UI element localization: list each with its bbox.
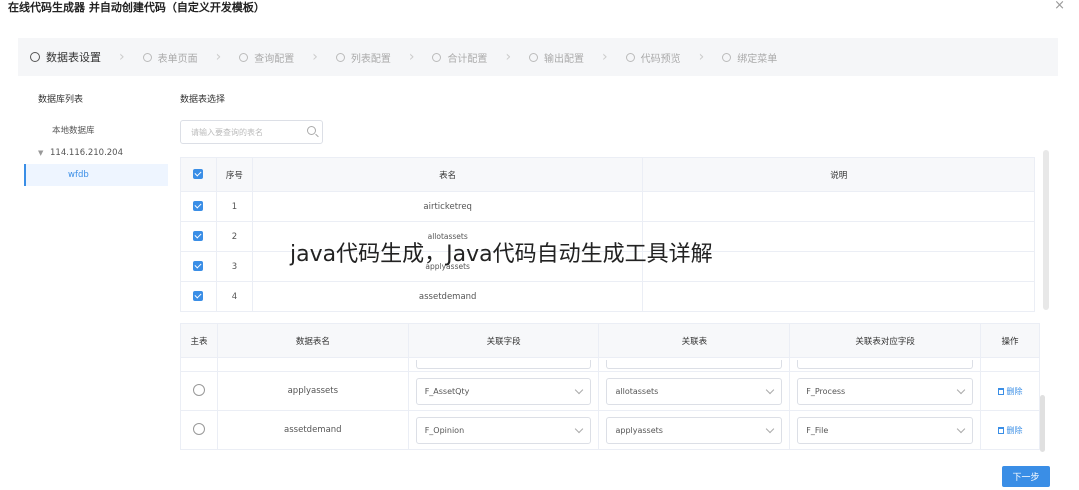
header-name: 表名 <box>251 157 644 192</box>
checkbox-cell <box>180 281 217 312</box>
header-checkbox-cell <box>180 157 217 192</box>
checkbox-cell <box>180 221 217 252</box>
chevron-down-icon <box>766 424 775 433</box>
field-select[interactable]: F_Opinion <box>415 416 592 444</box>
table-row[interactable]: 1 airticketreq <box>180 191 1035 222</box>
watermark-text: java代码生成，Java代码自动生成工具详解 <box>290 242 713 267</box>
table-row: assetdemand F_Opinion applyassets F_File… <box>180 410 1040 450</box>
db-list-title: 数据库列表 <box>38 95 84 105</box>
row-checkbox[interactable] <box>193 201 204 212</box>
main-table-radio[interactable] <box>192 422 205 435</box>
table-name-cell: applyassets <box>216 371 409 411</box>
dialog-title: 在线代码生成器 并自动创建代码（自定义开发模板） <box>8 1 265 14</box>
table-select-grid: 序号 表名 说明 1 airticketreq 2 allotassets 3 … <box>180 157 1035 312</box>
step-form-page[interactable]: 表单页面 <box>142 38 198 76</box>
chevron-right-icon: › <box>602 49 608 65</box>
desc-cell <box>642 281 1035 312</box>
step-circle-icon <box>432 52 442 62</box>
rel-field-select-stub[interactable] <box>797 360 974 369</box>
checkbox-cell <box>180 251 217 282</box>
close-icon[interactable]: × <box>1054 0 1065 13</box>
rel-field-select[interactable]: F_File <box>797 416 974 444</box>
tree-item-wfdb[interactable]: wfdb <box>24 164 168 186</box>
search-icon[interactable] <box>307 126 316 135</box>
search-input[interactable] <box>191 127 301 137</box>
relation-grid: 主表 数据表名 关联字段 关联表 关联表对应字段 操作 applyassets … <box>180 323 1040 450</box>
row-checkbox[interactable] <box>193 291 204 302</box>
row-checkbox[interactable] <box>193 261 204 272</box>
caret-down-icon[interactable]: ▼ <box>38 142 43 164</box>
header-rel-table: 关联表 <box>598 323 791 358</box>
chevron-right-icon: › <box>698 49 705 65</box>
rel-table-select-stub[interactable] <box>606 360 783 369</box>
table-scrollbar[interactable] <box>1043 150 1049 310</box>
step-circle-icon <box>625 52 635 62</box>
field-select[interactable]: F_AssetQty <box>415 377 592 405</box>
chevron-right-icon: › <box>119 49 125 65</box>
step-bind-menu[interactable]: 绑定菜单 <box>722 38 777 76</box>
index-cell: 1 <box>215 191 253 222</box>
table-row-partial <box>180 357 1040 372</box>
table-row[interactable]: 4 assetdemand <box>180 281 1035 312</box>
header-desc: 说明 <box>642 157 1035 192</box>
step-query-config[interactable]: 查询配置 <box>239 38 294 76</box>
header-main: 主表 <box>180 323 218 358</box>
step-circle-icon <box>142 52 152 62</box>
relation-scrollbar[interactable] <box>1040 395 1045 452</box>
field-select-stub[interactable] <box>415 360 592 369</box>
next-step-button[interactable]: 下一步 <box>1002 466 1050 487</box>
tree-item-server[interactable]: ▼ 114.116.210.204 <box>24 142 168 164</box>
checkbox-cell <box>180 191 217 222</box>
main-table-radio[interactable] <box>192 383 205 396</box>
row-checkbox[interactable] <box>193 231 204 242</box>
chevron-down-icon <box>956 385 966 394</box>
header-rel-field: 关联表对应字段 <box>789 323 982 358</box>
step-circle-icon <box>239 52 249 62</box>
delete-button[interactable]: 删除 <box>997 426 1023 435</box>
index-cell: 2 <box>215 221 253 252</box>
step-sum-config[interactable]: 合计配置 <box>432 38 487 76</box>
chevron-down-icon <box>575 424 584 433</box>
step-output-config[interactable]: 输出配置 <box>529 38 584 76</box>
header-action: 操作 <box>980 323 1040 358</box>
chevron-right-icon: › <box>505 49 512 65</box>
chevron-right-icon: › <box>312 49 318 65</box>
header-field: 关联字段 <box>407 323 600 358</box>
table-name-cell: assetdemand <box>216 410 409 450</box>
name-cell: assetdemand <box>251 281 644 312</box>
step-circle-icon <box>529 52 539 62</box>
trash-icon <box>997 426 1004 434</box>
step-circle-icon <box>335 52 345 62</box>
table-row: applyassets F_AssetQty allotassets F_Pro… <box>180 371 1040 411</box>
step-list-config[interactable]: 列表配置 <box>335 38 391 76</box>
rel-table-select[interactable]: allotassets <box>606 377 783 405</box>
trash-icon <box>997 387 1004 395</box>
db-tree: 本地数据库 ▼ 114.116.210.204 wfdb <box>24 120 168 186</box>
header-table: 数据表名 <box>216 323 409 358</box>
step-circle-icon <box>30 52 40 62</box>
index-cell: 4 <box>215 281 253 312</box>
step-circle-icon <box>722 52 732 62</box>
rel-field-select[interactable]: F_Process <box>797 377 974 405</box>
tree-item-local[interactable]: 本地数据库 <box>24 120 168 142</box>
step-table-settings[interactable]: 数据表设置 <box>30 38 101 76</box>
chevron-right-icon: › <box>215 49 222 65</box>
header-index: 序号 <box>215 157 253 192</box>
search-box <box>180 120 323 144</box>
steps-bar: 数据表设置 › 表单页面 › 查询配置 › 列表配置 › 合计配置 › 输出配置… <box>18 38 1058 76</box>
select-all-checkbox[interactable] <box>193 169 204 180</box>
step-code-preview[interactable]: 代码预览 <box>625 38 681 76</box>
desc-cell <box>642 191 1035 222</box>
index-cell: 3 <box>215 251 253 282</box>
chevron-down-icon <box>956 424 966 433</box>
chevron-right-icon: › <box>408 49 415 65</box>
delete-button[interactable]: 删除 <box>997 387 1023 396</box>
table-select-title: 数据表选择 <box>180 95 226 105</box>
name-cell: airticketreq <box>251 191 644 222</box>
chevron-down-icon <box>575 385 584 394</box>
chevron-down-icon <box>766 385 775 394</box>
rel-table-select[interactable]: applyassets <box>606 416 783 444</box>
